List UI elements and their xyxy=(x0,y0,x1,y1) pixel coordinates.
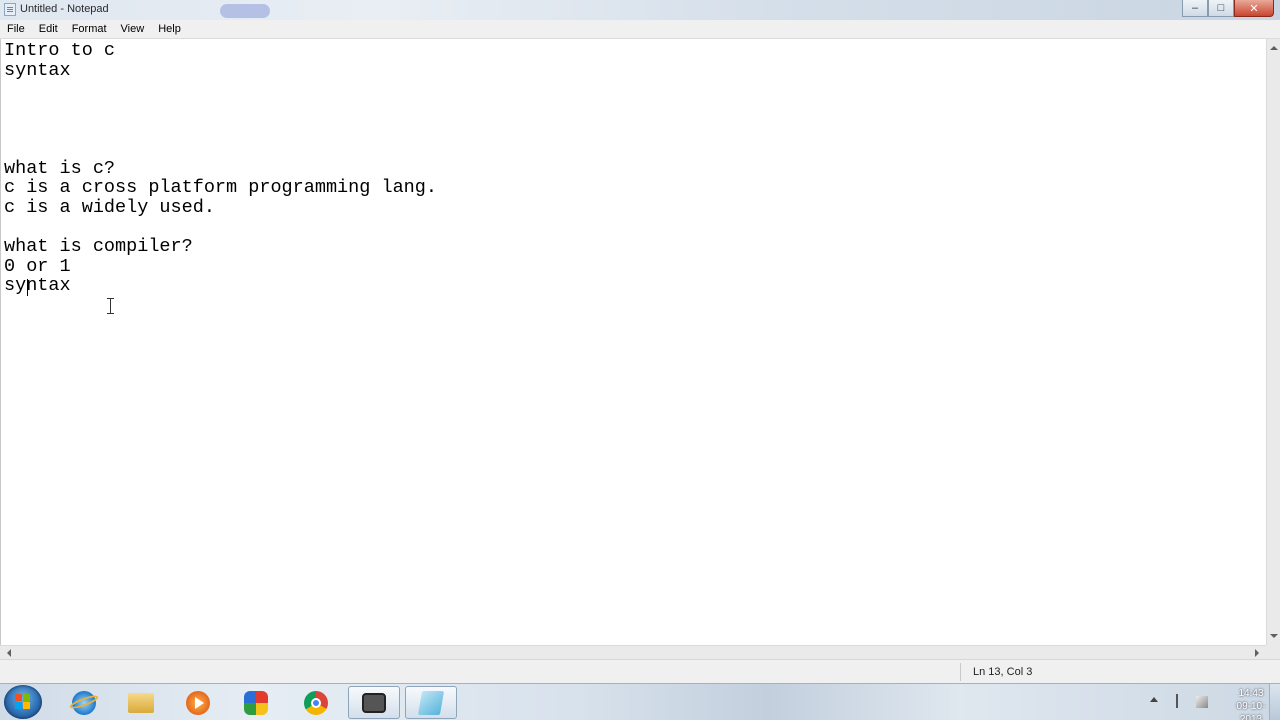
menu-file[interactable]: File xyxy=(0,20,32,39)
start-button[interactable] xyxy=(4,685,42,719)
title-bar-glow xyxy=(220,4,270,18)
status-separator xyxy=(960,663,961,681)
network-icon[interactable] xyxy=(1196,696,1208,708)
taskbar-app-paint[interactable] xyxy=(230,686,282,719)
folder-icon xyxy=(128,692,154,713)
menu-edit[interactable]: Edit xyxy=(32,20,65,39)
menu-view[interactable]: View xyxy=(114,20,152,39)
menu-help[interactable]: Help xyxy=(151,20,188,39)
taskbar-app-media[interactable] xyxy=(172,686,224,719)
taskbar: 14:43 09-10-2013 xyxy=(0,683,1280,720)
window-title: Untitled - Notepad xyxy=(20,3,109,15)
taskbar-app-recorder[interactable] xyxy=(348,686,400,719)
taskbar-app-explorer[interactable] xyxy=(115,686,167,719)
paint-icon xyxy=(244,690,268,715)
system-tray: 14:43 09-10-2013 xyxy=(1140,684,1280,720)
ibeam-cursor-icon xyxy=(107,298,115,314)
menu-bar: File Edit Format View Help xyxy=(0,20,1280,39)
close-button[interactable]: ✕ xyxy=(1234,0,1274,17)
text-caret xyxy=(27,279,28,296)
title-bar[interactable]: Untitled - Notepad – □ ✕ xyxy=(0,0,1280,20)
show-hidden-icons-icon[interactable] xyxy=(1150,697,1158,702)
taskbar-app-notepad[interactable] xyxy=(405,686,457,719)
editor-content[interactable]: Intro to c syntax what is c? c is a cros… xyxy=(1,39,1266,296)
cursor-position: Ln 13, Col 3 xyxy=(973,666,1033,678)
windows-flag-icon xyxy=(15,694,31,710)
minimize-button[interactable]: – xyxy=(1182,0,1208,17)
notepad-icon xyxy=(417,690,445,715)
horizontal-scrollbar[interactable] xyxy=(0,645,1266,659)
internet-explorer-icon xyxy=(72,690,96,715)
status-bar: Ln 13, Col 3 xyxy=(0,659,1280,683)
scroll-right-icon[interactable] xyxy=(1255,649,1259,657)
media-player-icon xyxy=(186,690,210,715)
scroll-up-icon[interactable] xyxy=(1270,46,1278,50)
taskbar-app-chrome[interactable] xyxy=(290,686,342,719)
show-desktop-button[interactable] xyxy=(1269,684,1280,720)
chrome-icon xyxy=(304,690,328,715)
notepad-app-icon[interactable] xyxy=(4,3,16,16)
maximize-button[interactable]: □ xyxy=(1208,0,1234,17)
scrollbar-corner xyxy=(1266,645,1280,659)
video-recorder-icon xyxy=(362,692,386,713)
scroll-left-icon[interactable] xyxy=(7,649,11,657)
text-editor[interactable]: Intro to c syntax what is c? c is a cros… xyxy=(0,39,1266,645)
menu-format[interactable]: Format xyxy=(65,20,114,39)
scroll-down-icon[interactable] xyxy=(1270,634,1278,638)
window-controls: – □ ✕ xyxy=(1182,0,1274,18)
action-center-icon[interactable] xyxy=(1176,694,1188,708)
taskbar-app-ie[interactable] xyxy=(58,686,110,719)
vertical-scrollbar[interactable] xyxy=(1266,39,1280,645)
